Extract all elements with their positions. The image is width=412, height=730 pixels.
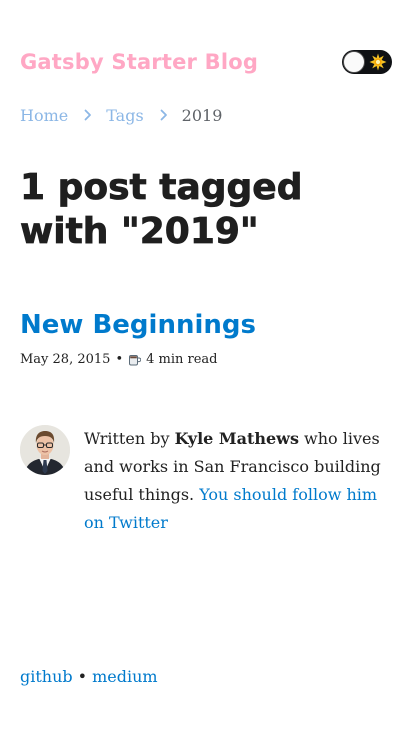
chevron-right-icon: [160, 109, 167, 121]
footer-github-link[interactable]: github: [20, 666, 73, 688]
coffee-cup-icon: [129, 355, 142, 366]
footer-separator: •: [77, 667, 88, 686]
breadcrumb-home-link[interactable]: Home: [20, 106, 68, 125]
author-avatar: [20, 425, 70, 475]
post-date: May 28, 2015: [20, 352, 111, 367]
site-footer: github • medium: [20, 666, 158, 688]
sun-icon: [369, 53, 387, 71]
page: Gatsby Starter Blog Home Tags 2019 1 pos…: [0, 0, 412, 730]
author-photo: [20, 425, 70, 475]
author-name: Kyle Mathews: [174, 429, 299, 448]
author-bio: Written by Kyle Mathews who lives and wo…: [20, 425, 392, 537]
footer-medium-link[interactable]: medium: [92, 666, 157, 688]
post-title-link[interactable]: New Beginnings: [20, 307, 256, 343]
breadcrumb: Home Tags 2019: [20, 104, 222, 126]
read-time: 4 min read: [146, 352, 218, 367]
site-title-link[interactable]: Gatsby Starter Blog: [20, 50, 258, 74]
post-meta: May 28, 2015 • 4 min read: [20, 352, 217, 367]
toggle-knob: [343, 51, 365, 73]
meta-separator: •: [115, 352, 124, 367]
breadcrumb-tags-link[interactable]: Tags: [106, 106, 143, 125]
breadcrumb-current: 2019: [181, 105, 223, 125]
site-header: Gatsby Starter Blog: [20, 46, 392, 78]
bio-text: Written by Kyle Mathews who lives and wo…: [84, 425, 392, 537]
theme-toggle[interactable]: [342, 50, 392, 74]
bio-written-by: Written by: [84, 429, 175, 448]
chevron-right-icon: [84, 109, 92, 121]
page-title: 1 post tagged with "2019": [20, 167, 303, 253]
